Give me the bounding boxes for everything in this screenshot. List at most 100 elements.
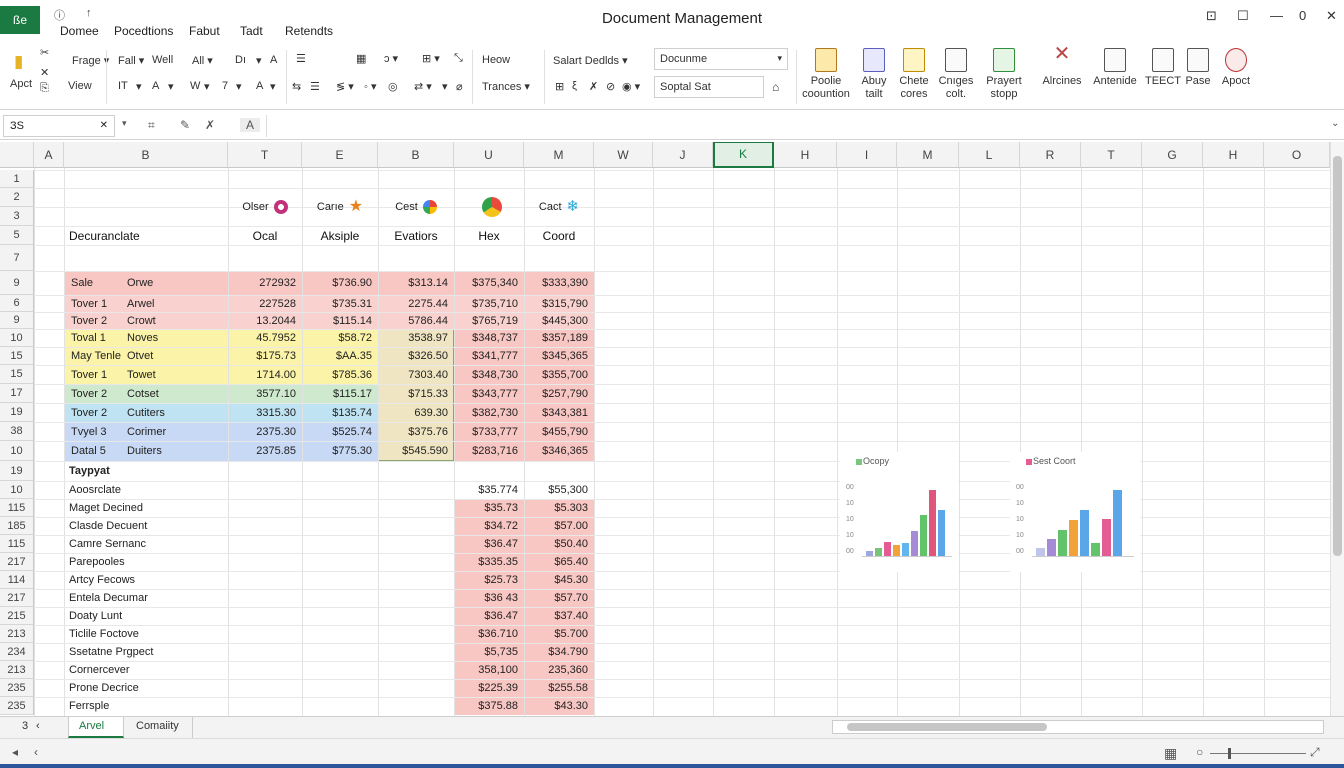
list-item-value[interactable]: $43.30: [524, 697, 594, 715]
table-cell[interactable]: $445,300: [524, 312, 594, 329]
list-item-value[interactable]: $65.40: [524, 553, 594, 571]
table-cell[interactable]: Orwe: [122, 271, 228, 295]
list-item-value[interactable]: $5,735: [454, 643, 524, 661]
table-cell[interactable]: 1714.00: [228, 365, 302, 384]
row-header[interactable]: 1: [0, 170, 34, 188]
cancel-icon[interactable]: ✗: [205, 118, 215, 132]
vertical-scroll-thumb[interactable]: [1333, 156, 1342, 556]
table-cell[interactable]: Cutiters: [122, 403, 228, 422]
font-weight-button[interactable]: Well: [152, 54, 173, 66]
row-header[interactable]: 235: [0, 679, 34, 697]
list-item-value[interactable]: $5.700: [524, 625, 594, 643]
column-header[interactable]: G: [1142, 142, 1203, 168]
table-cell[interactable]: 45.7952: [228, 329, 302, 347]
table-cell[interactable]: $382,730: [454, 403, 524, 422]
clear-format-icon[interactable]: ⌀: [456, 80, 463, 93]
table-cell[interactable]: $375.76: [378, 422, 454, 441]
table-cell[interactable]: Arwel: [122, 295, 228, 312]
table-cell[interactable]: $257,790: [524, 384, 594, 403]
style-dropdown[interactable]: ◉ ▾: [622, 80, 640, 93]
row-header[interactable]: 115: [0, 535, 34, 553]
table-cell[interactable]: 3577.10: [228, 384, 302, 403]
clear-icon[interactable]: ✕: [40, 66, 49, 79]
zoom-out-icon[interactable]: ○: [1196, 745, 1203, 759]
column-header[interactable]: R: [1020, 142, 1081, 168]
copy-icon[interactable]: ⎘: [40, 82, 49, 95]
font-family-dropdown[interactable]: Fall ▾: [118, 54, 144, 67]
font-color-dropdown[interactable]: ▾: [270, 80, 276, 93]
select-fields-dropdown[interactable]: Salart Dedlds ▾: [553, 54, 628, 67]
list-item-value[interactable]: $34.72: [454, 517, 524, 535]
list-item-value[interactable]: $34.790: [524, 643, 594, 661]
page-layout-icon[interactable]: ▦: [1164, 745, 1177, 762]
table-cell[interactable]: $785.36: [302, 365, 378, 384]
formula-input[interactable]: [266, 115, 1328, 137]
row-header[interactable]: 15: [0, 365, 34, 384]
list-item-label[interactable]: Ssetatne Prgpect: [64, 643, 228, 661]
row-header[interactable]: 215: [0, 607, 34, 625]
list-item-label[interactable]: Ticlile Foctove: [64, 625, 228, 643]
column-header[interactable]: H: [774, 142, 837, 168]
align-center-icon[interactable]: ▦: [356, 52, 366, 65]
table-cell[interactable]: $735,710: [454, 295, 524, 312]
antenide-button[interactable]: Antenide: [1089, 48, 1141, 88]
table-cell[interactable]: 639.30: [378, 403, 454, 422]
table-cell[interactable]: $326.50: [378, 347, 454, 365]
zoom-slider[interactable]: [1210, 753, 1306, 754]
table-cell[interactable]: Tover 2: [66, 312, 124, 329]
font-size-box[interactable]: Dı: [235, 54, 246, 66]
column-header[interactable]: T: [1081, 142, 1142, 168]
row-header[interactable]: 7: [0, 245, 34, 271]
spacing-icon[interactable]: ≶ ▾: [336, 80, 354, 93]
table-cell[interactable]: $343,381: [524, 403, 594, 422]
table-cell[interactable]: Corimer: [122, 422, 228, 441]
table-cell[interactable]: Otvet: [122, 347, 228, 365]
list-item-label[interactable]: Cornercever: [64, 661, 228, 679]
swap-icon[interactable]: ⇄ ▾: [414, 80, 432, 93]
list-item-label[interactable]: Prone Decrice: [64, 679, 228, 697]
table-cell[interactable]: $313.14: [378, 271, 454, 295]
column-header[interactable]: B: [378, 142, 454, 168]
table-cell[interactable]: $375,340: [454, 271, 524, 295]
list-item-label[interactable]: Ferrsple: [64, 697, 228, 715]
sheet-tab-comaiity[interactable]: Comaiity: [126, 717, 189, 738]
table-cell[interactable]: $733,777: [454, 422, 524, 441]
row-header[interactable]: 114: [0, 571, 34, 589]
block-icon[interactable]: ⊘: [606, 80, 615, 93]
list-item-value[interactable]: $225.39: [454, 679, 524, 697]
list-item-label[interactable]: Camre Sernanc: [64, 535, 228, 553]
font-size-dropdown[interactable]: ▾: [256, 54, 262, 67]
cut-icon[interactable]: ✂: [40, 46, 49, 59]
table-cell[interactable]: $765,719: [454, 312, 524, 329]
list-item-label[interactable]: Aoosrclate: [64, 481, 228, 499]
list-item-value[interactable]: $55,300: [524, 481, 594, 499]
list-item-value[interactable]: $375.88: [454, 697, 524, 715]
edit-icon[interactable]: ✎: [180, 118, 190, 132]
row-header[interactable]: 10: [0, 329, 34, 347]
align-left-icon[interactable]: ☰: [296, 52, 306, 65]
indent-icon[interactable]: ⇆: [292, 80, 301, 93]
list-item-value[interactable]: $36.710: [454, 625, 524, 643]
table-cell[interactable]: 2275.44: [378, 295, 454, 312]
table-cell[interactable]: $333,390: [524, 271, 594, 295]
list-item-value[interactable]: $35.73: [454, 499, 524, 517]
horizontal-scroll-thumb[interactable]: [847, 723, 1047, 731]
column-header[interactable]: M: [897, 142, 959, 168]
list-item-value[interactable]: $255.58: [524, 679, 594, 697]
row-header[interactable]: 2: [0, 188, 34, 207]
table-cell[interactable]: $115.17: [302, 384, 378, 403]
delete-icon[interactable]: ✗: [589, 80, 598, 93]
spreadsheet-grid[interactable]: A B T E B U M W J K H I M L R T G H O 1 2 3 5 7 9 6 9 10 15 15 17 19 38 1…: [0, 142, 1330, 718]
format-dropdown[interactable]: Frage ▾: [72, 54, 109, 67]
fill-button[interactable]: 7: [222, 80, 228, 92]
changes-button[interactable]: Cnıges colt.: [930, 48, 982, 101]
row-header[interactable]: 10: [0, 481, 34, 499]
table-cell[interactable]: Tover 1: [66, 365, 124, 384]
list-item-value[interactable]: $335.35: [454, 553, 524, 571]
column-header[interactable]: M: [524, 142, 594, 168]
italic-button[interactable]: IT: [118, 80, 128, 92]
column-header[interactable]: U: [454, 142, 524, 168]
row-header[interactable]: 213: [0, 661, 34, 679]
table-cell[interactable]: 227528: [228, 295, 302, 312]
table-cell[interactable]: $736.90: [302, 271, 378, 295]
